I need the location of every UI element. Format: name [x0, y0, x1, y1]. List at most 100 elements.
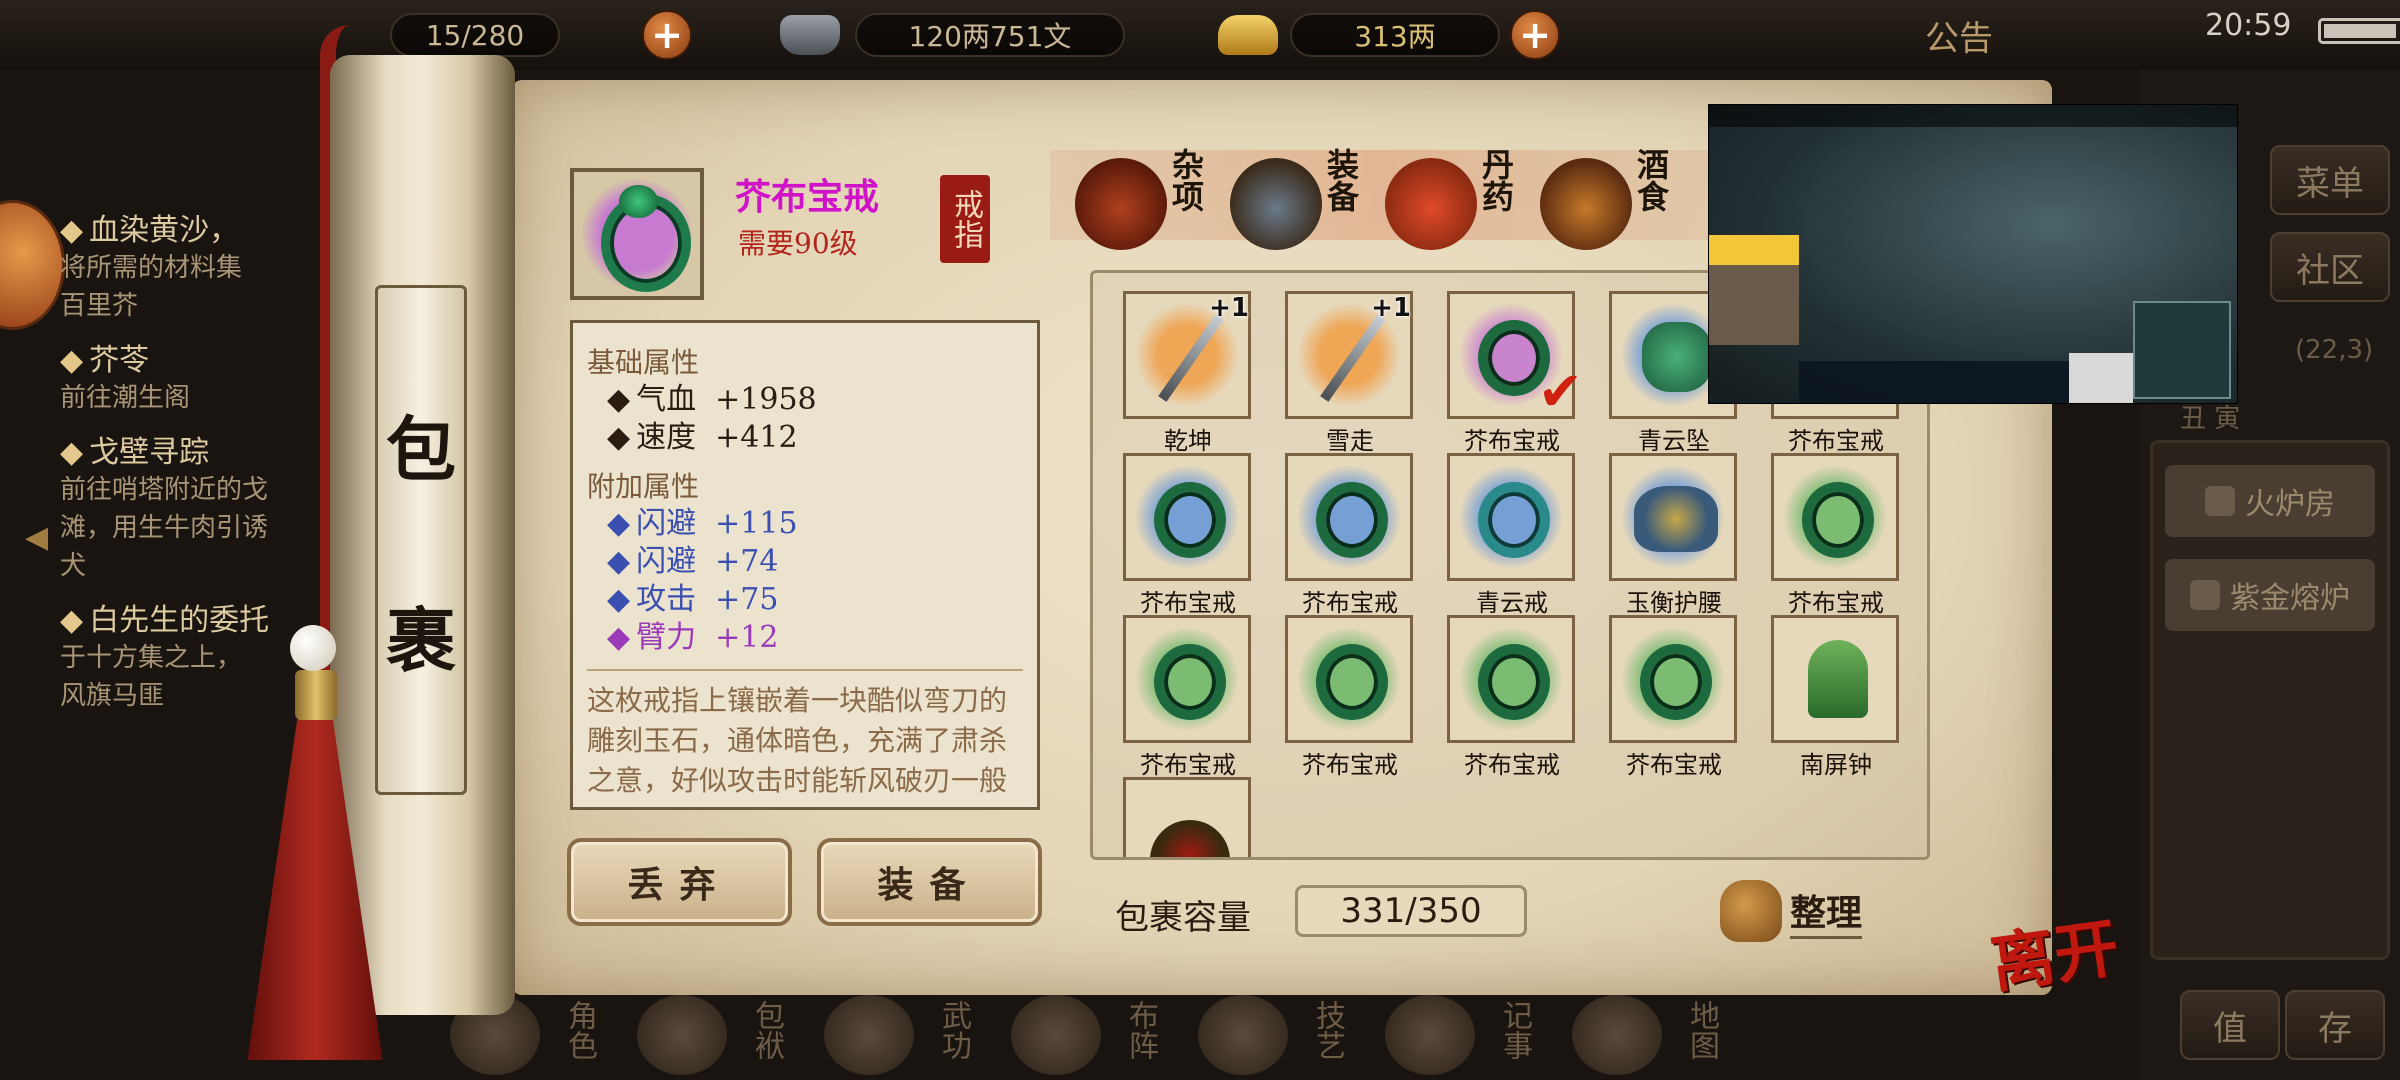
equipped-check-icon: ✔: [1537, 360, 1583, 423]
add-gold-button[interactable]: +: [1510, 10, 1560, 60]
treasure-chest-icon[interactable]: [0, 200, 65, 330]
inventory-slot[interactable]: 芥布宝戒: [1285, 615, 1415, 779]
slot-frame: [1123, 777, 1251, 857]
diamond-icon: ◆: [60, 603, 84, 638]
inventory-slot[interactable]: 南屏钟: [1771, 615, 1901, 779]
inventory-slot[interactable]: [1123, 777, 1253, 857]
tab-misc[interactable]: 杂项: [1075, 140, 1225, 250]
bagua-icon: [1011, 995, 1101, 1075]
gold-value: 313两: [1290, 13, 1500, 57]
quest-item[interactable]: ◆ 戈壁寻踪 前往哨塔附近的戈 滩，用生牛肉引诱 犬: [60, 427, 350, 585]
video-overlay[interactable]: [1708, 104, 2238, 404]
tab-pills[interactable]: 丹药: [1385, 140, 1535, 250]
item-label: 芥布宝戒: [1464, 427, 1560, 455]
discard-button[interactable]: 丢弃: [567, 838, 792, 926]
skills-icon: [1198, 995, 1288, 1075]
item-label: 青云戒: [1476, 589, 1548, 617]
notice-button[interactable]: 公告: [1925, 11, 1993, 60]
inventory-slot[interactable]: 芥布宝戒: [1609, 615, 1739, 779]
tab-label: 杂项: [1167, 148, 1205, 212]
ring-icon: [1316, 482, 1388, 558]
video-hud-top: [1709, 105, 2237, 127]
crucible-icon: [2190, 580, 2220, 610]
attr-label: 气血: [636, 382, 697, 417]
attr-row: ◆ 速度 +412: [587, 419, 1023, 457]
food-icon: [1540, 158, 1632, 250]
item-label: 芥布宝戒: [1788, 427, 1884, 455]
inventory-slot[interactable]: +1 乾坤: [1123, 291, 1253, 455]
ring-icon: [1640, 644, 1712, 720]
collapse-arrow-icon[interactable]: ◀: [25, 520, 48, 555]
scroll-title-char: 包: [386, 408, 456, 491]
item-requirement: 需要90级: [738, 227, 858, 260]
inventory-slot[interactable]: ✔ 芥布宝戒: [1447, 291, 1583, 455]
quest-item[interactable]: ◆ 芥苓 前往潮生阁: [60, 335, 350, 417]
inventory-slot[interactable]: 芥布宝戒: [1447, 615, 1577, 779]
sort-button[interactable]: 整理: [1720, 880, 1863, 942]
tab-label: 装备: [1322, 148, 1360, 212]
ring-icon: [1802, 482, 1874, 558]
base-attr-header: 基础属性: [587, 346, 700, 379]
silver-value: 120两751文: [855, 13, 1125, 57]
video-inset: [2069, 353, 2133, 403]
tab-food[interactable]: 酒食: [1540, 140, 1690, 250]
ring-icon: [1154, 482, 1226, 558]
ring-icon: [1316, 644, 1388, 720]
tab-equipment[interactable]: 装备: [1230, 140, 1380, 250]
slot-frame: [1447, 615, 1575, 743]
nav-label: 布阵: [1123, 1000, 1158, 1060]
facility-furnace-room[interactable]: 火炉房: [2165, 465, 2375, 537]
inventory-slot[interactable]: 玉衡护腰: [1609, 453, 1739, 617]
community-button[interactable]: 社区: [2270, 232, 2390, 302]
inventory-slot[interactable]: 青云戒: [1447, 453, 1577, 617]
slot-frame: [1771, 615, 1899, 743]
attr-label: 攻击: [636, 582, 697, 617]
value-button[interactable]: 值: [2180, 990, 2280, 1060]
slot-frame: [1447, 453, 1575, 581]
belt-icon: [1634, 486, 1718, 552]
quest-title: 白先生的委托: [89, 603, 270, 638]
tassel-cap: [295, 670, 337, 720]
quest-item[interactable]: ◆ 血染黄沙， 将所需的材料集 百里芥: [60, 205, 350, 325]
inventory-slot[interactable]: 芥布宝戒: [1285, 453, 1415, 617]
diamond-icon: ◆: [60, 435, 84, 470]
equip-button[interactable]: 装备: [817, 838, 1042, 926]
inventory-slot[interactable]: 芥布宝戒: [1123, 615, 1253, 779]
bell-icon: [1808, 640, 1868, 718]
battery-icon: [2318, 18, 2400, 44]
item-label: 芥布宝戒: [1788, 589, 1884, 617]
item-label: 南屏钟: [1800, 751, 1872, 779]
money-bag-icon: [1720, 880, 1782, 942]
save-button[interactable]: 存: [2285, 990, 2385, 1060]
map-icon: [1572, 995, 1662, 1075]
diamond-icon: ◆: [607, 582, 631, 617]
pendant-icon: [1642, 322, 1712, 392]
facility-list: 火炉房 紫金熔炉: [2150, 440, 2390, 960]
stream-tag: [1709, 235, 1799, 265]
inventory-slot[interactable]: +1 雪走: [1285, 291, 1415, 455]
sort-label: 整理: [1790, 884, 1863, 939]
add-stamina-button[interactable]: +: [642, 10, 692, 60]
clock: 20:59: [2205, 7, 2292, 43]
furnace-icon: [2205, 486, 2235, 516]
attr-value: +115: [715, 506, 798, 541]
inventory-slot[interactable]: 芥布宝戒: [1771, 453, 1901, 617]
quest-desc: 前往潮生阁: [60, 383, 191, 413]
equipment-icon: [1230, 158, 1322, 250]
inventory-slot[interactable]: 芥布宝戒: [1123, 453, 1253, 617]
attr-row: ◆ 攻击 +75: [587, 581, 1023, 619]
capacity-value: 331/350: [1295, 885, 1527, 937]
menu-button[interactable]: 菜单: [2270, 145, 2390, 215]
leave-button[interactable]: 离开: [1984, 897, 2124, 1006]
ring-icon: [1154, 644, 1226, 720]
ring-icon: [580, 178, 694, 293]
quest-desc: 将所需的材料集 百里芥: [60, 253, 243, 321]
facility-purple-furnace[interactable]: 紫金熔炉: [2165, 559, 2375, 631]
attr-row: ◆ 气血 +1958: [587, 381, 1023, 419]
attribute-panel[interactable]: 基础属性 ◆ 气血 +1958 ◆ 速度 +412 附加属性 ◆ 闪避 +115 ◆ 闪…: [570, 320, 1040, 810]
item-label: 芥布宝戒: [1464, 751, 1560, 779]
item-label: 芥布宝戒: [1140, 589, 1236, 617]
item-label: 乾坤: [1164, 427, 1212, 455]
item-type-stamp: 戒指: [940, 175, 990, 263]
attr-row: ◆ 闪避 +115: [587, 505, 1023, 543]
